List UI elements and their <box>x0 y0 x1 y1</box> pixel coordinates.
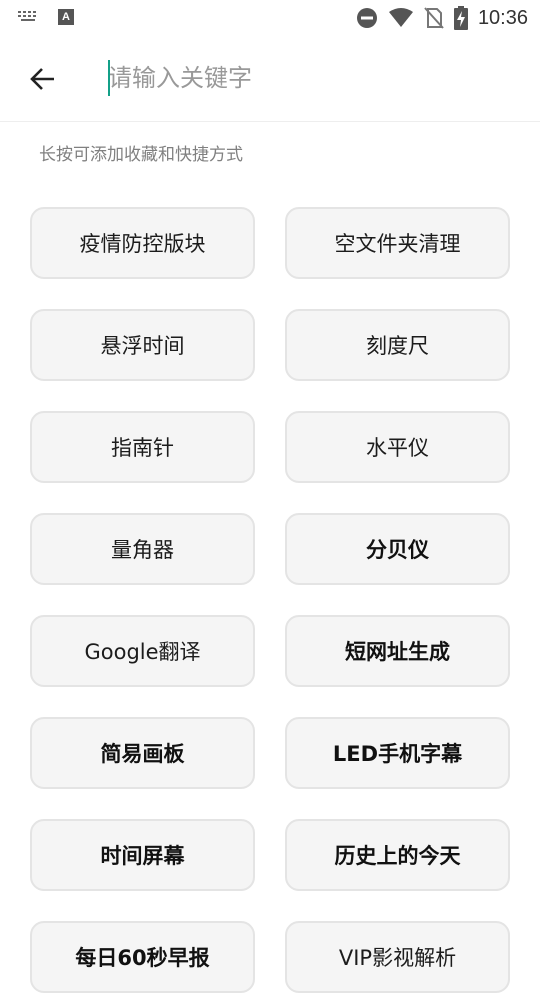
battery-charging-icon <box>453 6 468 30</box>
tool-button[interactable]: 历史上的今天 <box>285 819 510 891</box>
status-bar: A 10:36 <box>0 0 540 36</box>
tool-button[interactable]: 空文件夹清理 <box>285 207 510 279</box>
text-caret <box>108 60 110 96</box>
tool-button[interactable]: VIP影视解析 <box>285 921 510 993</box>
a-notification-icon: A <box>58 9 74 25</box>
tool-button[interactable]: 简易画板 <box>30 717 255 789</box>
search-bar <box>0 36 540 122</box>
tool-button[interactable]: 量角器 <box>30 513 255 585</box>
tool-button[interactable]: 指南针 <box>30 411 255 483</box>
tool-button[interactable]: 水平仪 <box>285 411 510 483</box>
arrow-back-icon <box>30 68 54 90</box>
tool-button[interactable]: 分贝仪 <box>285 513 510 585</box>
tool-button[interactable]: LED手机字幕 <box>285 717 510 789</box>
tool-button[interactable]: 短网址生成 <box>285 615 510 687</box>
no-sim-icon <box>424 7 444 29</box>
search-input[interactable] <box>108 56 508 100</box>
keyboard-icon <box>18 11 40 23</box>
tool-button[interactable]: 悬浮时间 <box>30 309 255 381</box>
wifi-icon <box>388 8 413 27</box>
tool-button[interactable]: Google翻译 <box>30 615 255 687</box>
hint-text: 长按可添加收藏和快捷方式 <box>39 145 243 165</box>
tool-button[interactable]: 每日60秒早报 <box>30 921 255 993</box>
tool-button[interactable]: 时间屏幕 <box>30 819 255 891</box>
status-time: 10:36 <box>477 6 528 29</box>
tool-button[interactable]: 疫情防控版块 <box>30 207 255 279</box>
tool-grid: 疫情防控版块 空文件夹清理 悬浮时间 刻度尺 指南针 水平仪 量角器 分贝仪 G… <box>30 207 510 993</box>
back-button[interactable] <box>22 58 64 100</box>
do-not-disturb-icon <box>356 8 377 28</box>
tool-button[interactable]: 刻度尺 <box>285 309 510 381</box>
